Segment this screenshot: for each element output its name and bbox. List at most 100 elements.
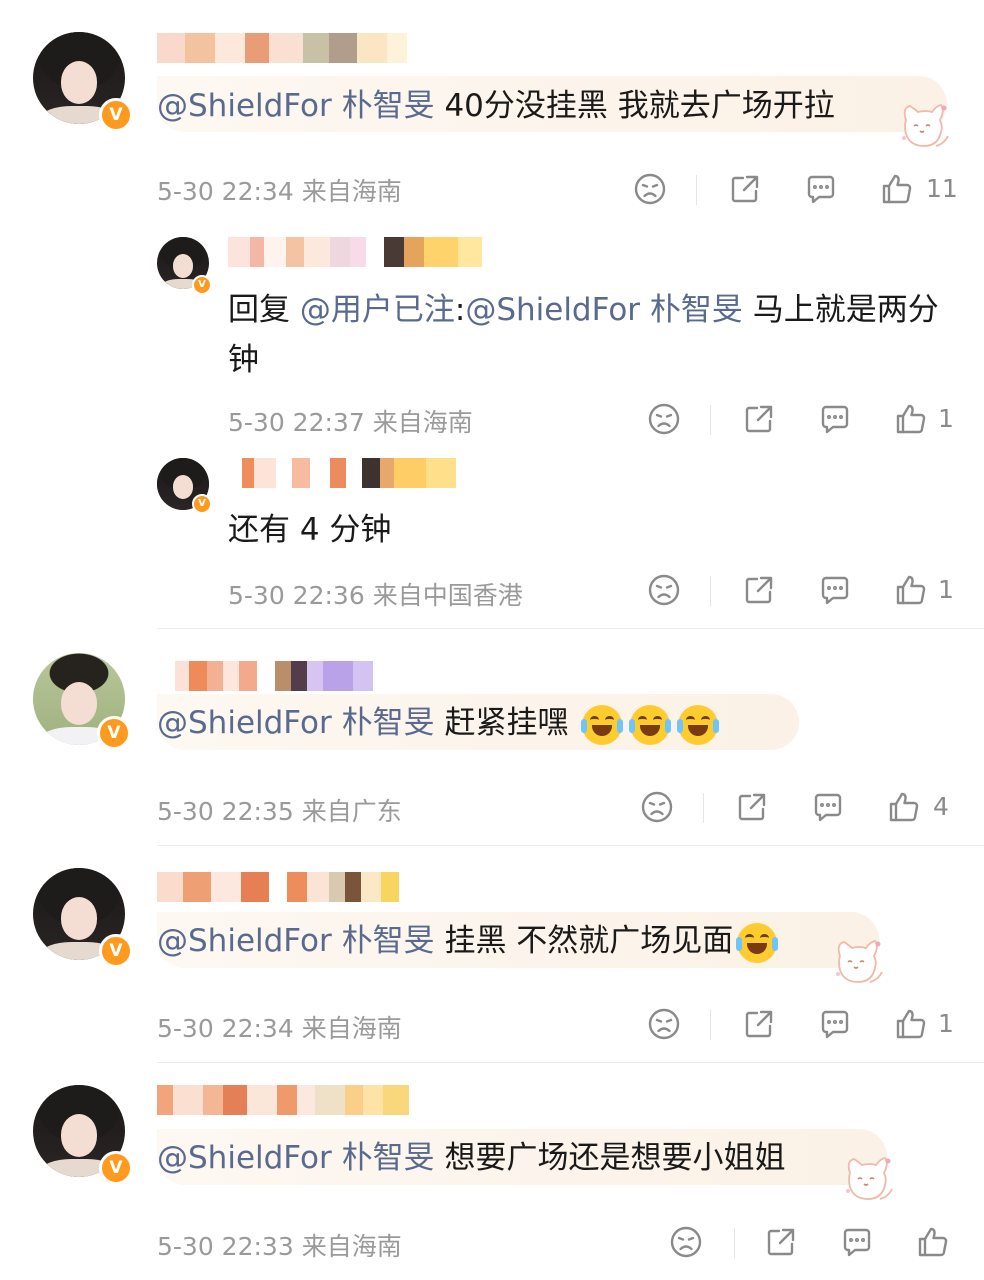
comment-location: 来自海南 [301, 1232, 402, 1261]
dislike-button[interactable] [639, 789, 675, 825]
comment-icon [839, 1224, 875, 1260]
comment-text: @ShieldFor 朴智旻 挂黑 不然就广场见面 [157, 921, 781, 963]
comment-location: 来自海南 [372, 408, 473, 437]
comment-icon [803, 171, 839, 207]
comment-text: @ShieldFor 朴智旻 40分没挂黑 我就去广场开拉 [157, 86, 835, 126]
username-blurred[interactable] [228, 458, 456, 488]
comment-location: 来自海南 [301, 1014, 402, 1043]
verified-badge-icon: V [97, 716, 131, 750]
dislike-button[interactable] [646, 1006, 682, 1042]
comment-meta: 5-30 22:36 来自中国香港 [228, 576, 523, 612]
verified-badge-icon: V [99, 98, 133, 132]
share-button[interactable] [741, 1006, 777, 1042]
comment-location: 来自中国香港 [372, 581, 523, 610]
share-button[interactable] [741, 572, 777, 608]
like-count: 1 [938, 404, 954, 433]
reply-1: V 回复 @用户已注:@ShieldFor 朴智旻 马上就是两分钟 5-30 2… [0, 225, 984, 445]
like-icon [879, 171, 915, 207]
mention-link[interactable]: @ShieldFor 朴智旻 [465, 292, 743, 328]
mention-link[interactable]: @ShieldFor 朴智旻 [157, 88, 435, 124]
dislike-icon [639, 789, 675, 825]
comment-time: 5-30 22:35 [157, 797, 294, 826]
dislike-button[interactable] [646, 572, 682, 608]
divider [734, 1228, 735, 1258]
cat-sticker-icon [892, 98, 954, 152]
share-icon [741, 572, 777, 608]
mention-link[interactable]: @ShieldFor 朴智旻 [157, 923, 435, 959]
like-count: 1 [938, 1009, 954, 1038]
username-blurred[interactable] [157, 661, 373, 691]
username-blurred[interactable] [157, 33, 407, 63]
reply-button[interactable] [817, 572, 853, 608]
divider [710, 1010, 711, 1040]
comment-actions [668, 1224, 968, 1264]
comment-2: V @ShieldFor 朴智旻 赶紧挂嘿 5-30 22:35 来自广东 4 [0, 629, 984, 845]
comment-4: V @ShieldFor 朴智旻 想要广场还是想要小姐姐 5-30 22:33 … [0, 1063, 984, 1280]
share-button[interactable] [763, 1224, 799, 1260]
comment-meta: 5-30 22:33 来自海南 [157, 1227, 402, 1263]
comment-actions: 11 [632, 171, 962, 211]
dislike-icon [646, 1006, 682, 1042]
share-icon [741, 1006, 777, 1042]
share-button[interactable] [741, 401, 777, 437]
mention-link[interactable]: @ShieldFor 朴智旻 [157, 705, 435, 741]
laugh-cry-emoji [629, 704, 672, 745]
username-blurred[interactable] [157, 872, 399, 902]
comment-1: V @ShieldFor 朴智旻 40分没挂黑 我就去广场开拉 5-30 22:… [0, 0, 984, 215]
reply-button[interactable] [839, 1224, 875, 1260]
comment-location: 来自海南 [301, 177, 402, 206]
verified-badge-icon: V [99, 1151, 133, 1185]
mention-link[interactable]: @ShieldFor 朴智旻 [157, 1140, 435, 1176]
comment-icon [817, 401, 853, 437]
comment-body: 挂黑 不然就广场见面 [434, 923, 734, 959]
share-button[interactable] [727, 171, 763, 207]
reply-button[interactable] [817, 1006, 853, 1042]
comment-location: 来自广东 [301, 797, 402, 826]
comment-time: 5-30 22:34 [157, 177, 294, 206]
share-icon [763, 1224, 799, 1260]
like-button[interactable] [886, 789, 922, 825]
reply-2: V 还有 4 分钟 5-30 22:36 来自中国香港 1 [0, 452, 984, 617]
comment-actions: 1 [646, 1006, 966, 1046]
share-icon [741, 401, 777, 437]
comment-time: 5-30 22:37 [228, 408, 365, 437]
reply-prefix: 回复 [228, 292, 300, 328]
dislike-button[interactable] [646, 401, 682, 437]
comment-actions: 4 [639, 789, 959, 829]
comment-icon [810, 789, 846, 825]
laugh-cry-emoji [677, 704, 720, 745]
share-button[interactable] [734, 789, 770, 825]
like-button[interactable] [893, 572, 929, 608]
cat-sticker-icon [836, 1151, 898, 1205]
like-icon [893, 1006, 929, 1042]
dislike-button[interactable] [668, 1224, 704, 1260]
reply-button[interactable] [817, 401, 853, 437]
dislike-icon [646, 572, 682, 608]
reply-text: 还有 4 分钟 [228, 512, 392, 548]
like-count: 4 [933, 792, 949, 821]
reply-button[interactable] [803, 171, 839, 207]
comment-text: @ShieldFor 朴智旻 想要广场还是想要小姐姐 [157, 1138, 785, 1178]
comment-time: 5-30 22:36 [228, 581, 365, 610]
username-blurred[interactable] [228, 237, 482, 267]
username-blurred[interactable] [157, 1085, 409, 1115]
comment-icon [817, 572, 853, 608]
colon: : [454, 292, 466, 328]
like-button[interactable] [915, 1224, 951, 1260]
dislike-icon [632, 171, 668, 207]
reply-button[interactable] [810, 789, 846, 825]
comment-3: V @ShieldFor 朴智旻 挂黑 不然就广场见面 5-30 22:34 来… [0, 846, 984, 1062]
laugh-cry-emoji [736, 922, 779, 963]
like-button[interactable] [893, 1006, 929, 1042]
dislike-button[interactable] [632, 171, 668, 207]
verified-badge-icon: V [99, 934, 133, 968]
like-icon [893, 401, 929, 437]
reply-text: 回复 @用户已注:@ShieldFor 朴智旻 马上就是两分钟 [228, 285, 948, 385]
reply-to-link[interactable]: @用户已注 [300, 292, 455, 328]
share-icon [727, 171, 763, 207]
like-icon [915, 1224, 951, 1260]
like-button[interactable] [893, 401, 929, 437]
like-button[interactable] [879, 171, 915, 207]
cat-sticker-icon [826, 934, 888, 988]
verified-badge-icon: V [192, 494, 212, 514]
